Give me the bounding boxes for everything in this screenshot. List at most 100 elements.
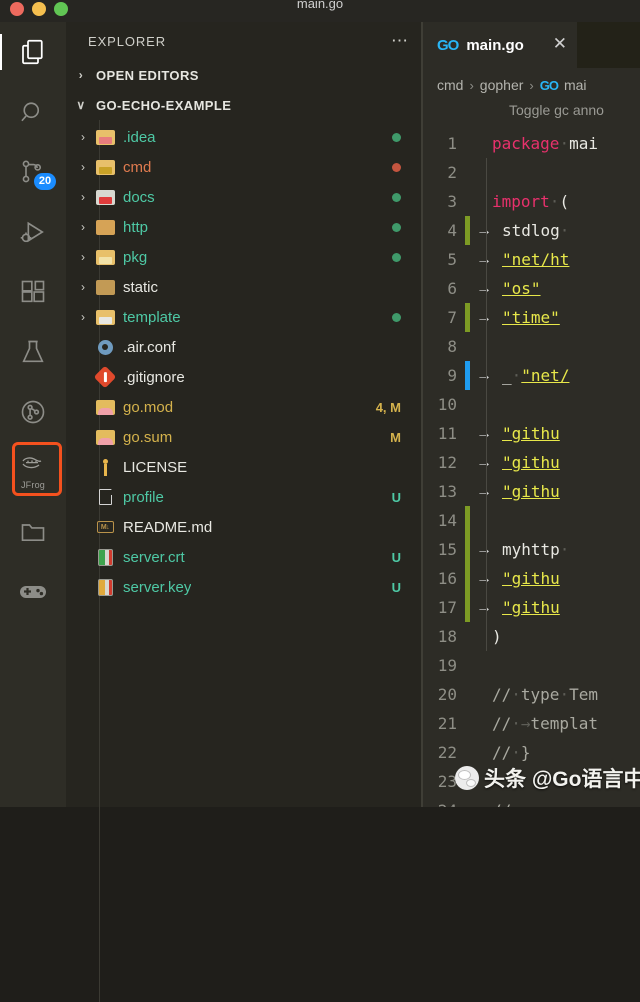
line-number: 15 xyxy=(437,540,457,559)
activity-item-search[interactable] xyxy=(0,82,66,142)
search-icon xyxy=(19,98,47,126)
folder-cmd-icon xyxy=(94,157,116,177)
tree-row-cmd[interactable]: › cmd xyxy=(66,152,423,182)
license-icon xyxy=(94,457,116,477)
tree-item-label: server.key xyxy=(123,578,192,596)
tree-row-static[interactable]: › static xyxy=(66,272,423,302)
activity-item-folder[interactable] xyxy=(0,502,66,562)
activity-item-jfrog[interactable]: JFrog xyxy=(0,442,66,502)
gutter-spacer xyxy=(465,187,470,216)
editor-pane: GO main.go ✕ cmd › gopher › GO mai Toggle gc … xyxy=(423,22,640,807)
section-open-editors-label: OPEN EDITORS xyxy=(96,67,199,83)
code-text: "os" xyxy=(502,279,541,298)
code-text: "githu xyxy=(502,424,560,443)
code-line[interactable]: 16 → "githu xyxy=(423,564,640,593)
activity-item-source-control[interactable]: 20 xyxy=(0,142,66,202)
git-status-badge: U xyxy=(391,579,401,595)
code-line[interactable]: 8 xyxy=(423,332,640,361)
activity-item-gamepad[interactable] xyxy=(0,562,66,622)
section-workspace-folder[interactable]: ∨ GO-ECHO-EXAMPLE xyxy=(66,90,423,120)
code-line[interactable]: 20 //·type·Tem xyxy=(423,680,640,709)
source-control-badge: 20 xyxy=(34,173,56,190)
activity-item-explorer[interactable] xyxy=(0,22,66,82)
tab-main-go[interactable]: GO main.go ✕ xyxy=(423,22,577,68)
code-line[interactable]: 17 → "githu xyxy=(423,593,640,622)
code-line[interactable]: 2 xyxy=(423,158,640,187)
tree-row-license[interactable]: LICENSE xyxy=(66,452,423,482)
tree-row--gitignore[interactable]: .gitignore xyxy=(66,362,423,392)
tree-row-go-mod[interactable]: go.mod 4, M xyxy=(66,392,423,422)
line-number: 1 xyxy=(447,134,457,153)
activity-item-extensions[interactable] xyxy=(0,262,66,322)
tree-row-http[interactable]: › http xyxy=(66,212,423,242)
tree-row-pkg[interactable]: › pkg xyxy=(66,242,423,272)
tree-item-label: pkg xyxy=(123,248,148,266)
code-line[interactable]: 4 → stdlog· xyxy=(423,216,640,245)
git-gutter-marker xyxy=(465,361,470,390)
code-text: //·type·Tem xyxy=(492,685,598,704)
breadcrumb-segment[interactable]: mai xyxy=(564,77,587,93)
tree-row-profile[interactable]: profile U xyxy=(66,482,423,512)
code-line[interactable]: 19 xyxy=(423,651,640,680)
code-line[interactable]: 13 → "githu xyxy=(423,477,640,506)
tree-row-readme-md[interactable]: M↓ README.md xyxy=(66,512,423,542)
activity-item-testing[interactable] xyxy=(0,322,66,382)
git-status-dot xyxy=(392,132,401,142)
activity-item-run-and-debug[interactable] xyxy=(0,202,66,262)
section-open-editors[interactable]: › OPEN EDITORS xyxy=(66,60,423,90)
tree-row--air-conf[interactable]: .air.conf xyxy=(66,332,423,362)
code-text: "githu xyxy=(502,482,560,501)
beaker-icon xyxy=(19,338,47,366)
gutter-spacer xyxy=(465,332,470,361)
code-line[interactable]: 11 → "githu xyxy=(423,419,640,448)
code-line[interactable]: 21 //·→templat xyxy=(423,709,640,738)
code-line[interactable]: 14 xyxy=(423,506,640,535)
code-area[interactable]: 1 package·mai 2 3 import·(4 → stdlog· 5 → "net/ht… xyxy=(423,129,640,807)
wechat-icon xyxy=(455,766,479,790)
ellipsis-icon[interactable]: ⋯ xyxy=(391,32,409,49)
tree-row--idea[interactable]: › .idea xyxy=(66,122,423,152)
breadcrumb-segment[interactable]: gopher xyxy=(480,77,524,93)
tree-row-server-crt[interactable]: server.crt U xyxy=(66,542,423,572)
code-line[interactable]: 18) xyxy=(423,622,640,651)
line-number: 6 xyxy=(447,279,457,298)
activity-item-git-graph[interactable] xyxy=(0,382,66,442)
git-status-dot xyxy=(392,162,401,172)
close-icon[interactable]: ✕ xyxy=(553,35,567,53)
indent-guide xyxy=(486,158,487,651)
git-status-dot xyxy=(392,222,401,232)
code-line[interactable]: 10 xyxy=(423,390,640,419)
tree-item-label: cmd xyxy=(123,158,152,176)
gutter-spacer xyxy=(465,158,470,187)
run-debug-icon xyxy=(19,218,47,246)
title-bar: main.go xyxy=(0,0,640,22)
git-gutter-marker xyxy=(465,216,470,245)
breadcrumb-separator: › xyxy=(469,77,474,93)
code-line[interactable]: 5 → "net/ht xyxy=(423,245,640,274)
tree-row-server-key[interactable]: server.key U xyxy=(66,572,423,602)
code-line[interactable]: 7 → "time" xyxy=(423,303,640,332)
code-line[interactable]: 3 import·( xyxy=(423,187,640,216)
watermark: 头条 @Go语言中文网 xyxy=(455,758,640,798)
go-mod-icon xyxy=(94,427,116,447)
tree-row-template[interactable]: › template xyxy=(66,302,423,332)
git-status-dot xyxy=(392,192,401,202)
code-line[interactable]: 12 → "githu xyxy=(423,448,640,477)
code-text: stdlog· xyxy=(502,221,570,240)
folder-static-icon xyxy=(94,277,116,297)
code-text: ) xyxy=(492,627,502,646)
breadcrumb-segment[interactable]: cmd xyxy=(437,77,463,93)
codelens-toggle-gc-annotation[interactable]: Toggle gc anno xyxy=(423,102,640,129)
tree-row-go-sum[interactable]: go.sum M xyxy=(66,422,423,452)
markdown-icon: M↓ xyxy=(94,517,116,537)
git-status-badge: M xyxy=(390,429,401,445)
code-line[interactable]: 6 → "os" xyxy=(423,274,640,303)
line-number: 8 xyxy=(447,337,457,356)
code-line[interactable]: 15 → myhttp· xyxy=(423,535,640,564)
code-line[interactable]: 1 package·mai xyxy=(423,129,640,158)
line-number: 4 xyxy=(447,221,457,240)
tree-row-docs[interactable]: › docs xyxy=(66,182,423,212)
code-line[interactable]: 9 → _·"net/ xyxy=(423,361,640,390)
git-gutter-marker xyxy=(465,303,470,332)
git-status-badge: 4, M xyxy=(375,399,401,415)
